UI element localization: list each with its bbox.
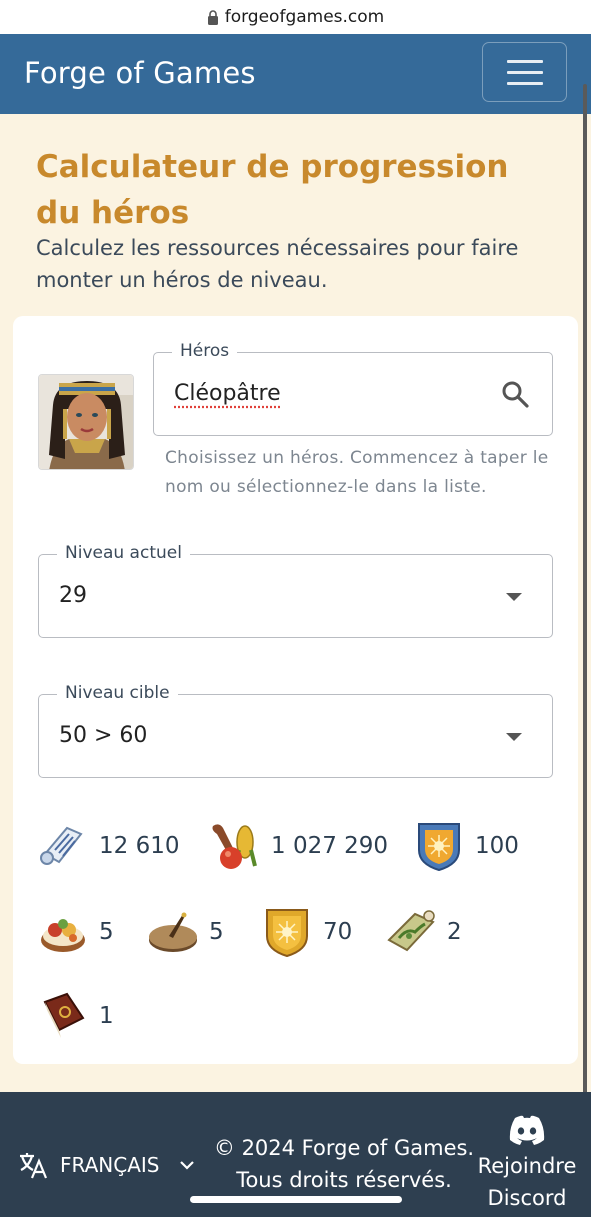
hero-field-label: Héros bbox=[172, 341, 238, 361]
food-icon bbox=[212, 824, 257, 869]
chevron-down-icon bbox=[180, 1161, 195, 1170]
current-level-label: Niveau actuel bbox=[57, 543, 190, 563]
page-subtitle: Calculez les ressources nécessaires pour… bbox=[36, 236, 519, 292]
scroll-icon bbox=[40, 826, 83, 865]
target-level-value: 50 > 60 bbox=[59, 723, 148, 748]
navbar: Forge of Games bbox=[0, 34, 591, 114]
brand-link[interactable]: Forge of Games bbox=[24, 56, 256, 90]
map-icon bbox=[387, 910, 435, 952]
gold-shield-icon bbox=[266, 909, 308, 958]
resource-item: 70 bbox=[261, 906, 352, 958]
resource-item: 2 bbox=[385, 906, 462, 958]
menu-toggle-button[interactable] bbox=[482, 42, 567, 102]
lock-icon bbox=[207, 9, 218, 25]
scrollbar[interactable] bbox=[583, 84, 587, 1100]
resource-value: 1 bbox=[99, 1003, 114, 1029]
discord-link[interactable]: Rejoindre Discord bbox=[470, 1114, 584, 1214]
blue-shield-icon bbox=[418, 823, 460, 872]
hero-search-field[interactable]: Héros Cléopâtre bbox=[153, 341, 553, 436]
hero-portrait-image bbox=[39, 375, 133, 469]
resource-value: 5 bbox=[209, 919, 224, 945]
hamburger-icon-bar bbox=[506, 81, 543, 85]
discord-label: Rejoindre bbox=[477, 1154, 577, 1178]
resource-value: 100 bbox=[475, 833, 519, 859]
target-level-select[interactable]: Niveau cible 50 > 60 bbox=[38, 683, 553, 778]
hero-portrait bbox=[38, 374, 134, 470]
copyright-line: Tous droits réservés. bbox=[236, 1168, 452, 1192]
resource-item: 5 bbox=[147, 906, 224, 958]
url-text: forgeofgames.com bbox=[224, 7, 385, 27]
sundial-icon bbox=[149, 912, 197, 952]
book-icon bbox=[43, 992, 85, 1038]
language-label: FRANÇAIS bbox=[60, 1153, 160, 1177]
copyright-line: © 2024 Forge of Games. bbox=[213, 1136, 475, 1160]
hero-helper-text: Choisissez un héros. Commencez à taper l… bbox=[165, 448, 549, 497]
resource-item: 100 bbox=[413, 820, 519, 872]
resource-value: 1 027 290 bbox=[271, 833, 389, 859]
resource-value: 12 610 bbox=[99, 833, 180, 859]
copyright: © 2024 Forge of Games. Tous droits réser… bbox=[212, 1132, 476, 1196]
language-selector[interactable]: FRANÇAIS bbox=[18, 1150, 195, 1180]
discord-label: Discord bbox=[487, 1186, 567, 1210]
resource-item: 5 bbox=[37, 906, 114, 958]
resource-value: 70 bbox=[323, 919, 353, 945]
resource-item: 1 027 290 bbox=[209, 820, 388, 872]
hamburger-icon-bar bbox=[506, 59, 543, 63]
home-indicator[interactable] bbox=[190, 1196, 402, 1203]
browser-url-bar[interactable]: forgeofgames.com bbox=[0, 0, 591, 34]
dropdown-caret-icon bbox=[506, 593, 522, 601]
target-level-label: Niveau cible bbox=[57, 683, 178, 703]
current-level-value: 29 bbox=[59, 583, 87, 608]
search-icon[interactable] bbox=[500, 379, 530, 409]
current-level-select[interactable]: Niveau actuel 29 bbox=[38, 543, 553, 638]
resource-item: 12 610 bbox=[37, 820, 179, 872]
translate-icon bbox=[20, 1153, 48, 1179]
hero-search-input[interactable]: Cléopâtre bbox=[174, 381, 281, 406]
resource-value: 2 bbox=[447, 919, 462, 945]
dropdown-caret-icon bbox=[506, 733, 522, 741]
hamburger-icon-bar bbox=[506, 70, 543, 74]
calculator-card: Héros Cléopâtre Choisissez un héros. Com… bbox=[13, 316, 578, 1064]
resource-item: 1 bbox=[37, 990, 114, 1042]
page-title: Calculateur de progression du héros bbox=[36, 149, 509, 231]
resource-value: 5 bbox=[99, 919, 114, 945]
feast-icon bbox=[41, 919, 85, 952]
discord-icon bbox=[509, 1115, 545, 1145]
